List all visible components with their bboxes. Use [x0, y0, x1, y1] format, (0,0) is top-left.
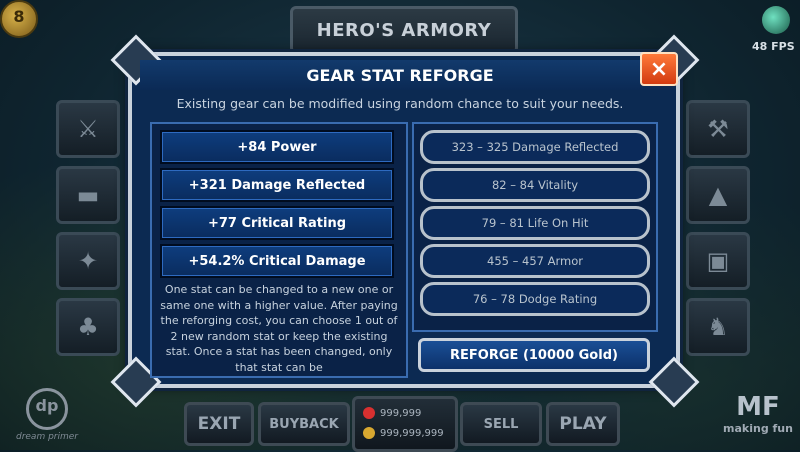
- gear-stat-reforge-dialog: GEAR STAT REFORGE × Existing gear can be…: [110, 34, 700, 408]
- gem-icon: [762, 6, 790, 34]
- book-slot-icon[interactable]: ▬: [56, 166, 120, 224]
- making-fun-mark: MF: [736, 392, 780, 422]
- currency-display: 999,999 999,999,999: [352, 396, 458, 452]
- exit-button[interactable]: EXIT: [184, 402, 254, 446]
- dialog-subtitle: Existing gear can be modified using rand…: [176, 96, 624, 111]
- buyback-button[interactable]: BUYBACK: [258, 402, 350, 446]
- close-icon: ×: [649, 56, 669, 82]
- dream-primer-logo: dp dream primer: [8, 388, 86, 442]
- dialog-header: GEAR STAT REFORGE: [140, 60, 660, 90]
- sell-button[interactable]: SELL: [460, 402, 542, 446]
- stat-button-critical-damage[interactable]: +54.2% Critical Damage: [160, 244, 394, 278]
- close-button[interactable]: ×: [640, 52, 678, 86]
- gold-coin-icon: [363, 427, 375, 439]
- making-fun-text: making fun: [723, 422, 793, 435]
- dialog-title: GEAR STAT REFORGE: [306, 65, 494, 85]
- weapon-slot-icon[interactable]: ⚔: [56, 100, 120, 158]
- gear-slot-icon[interactable]: ⚒: [686, 100, 750, 158]
- stat-button-critical-rating[interactable]: +77 Critical Rating: [160, 206, 394, 240]
- boots-slot-icon[interactable]: ♣: [56, 298, 120, 356]
- stat-range-life-on-hit: 79 – 81 Life On Hit: [420, 206, 650, 240]
- gold-amount: 999,999,999: [380, 427, 444, 439]
- gold-row: 999,999,999: [363, 427, 444, 439]
- ruby-icon: [363, 407, 375, 419]
- current-stats-panel[interactable]: +84 Power +321 Damage Reflected +77 Crit…: [150, 122, 408, 378]
- stat-range-vitality: 82 – 84 Vitality: [420, 168, 650, 202]
- chest-slot-icon[interactable]: ▣: [686, 232, 750, 290]
- stat-range-dodge-rating: 76 – 78 Dodge Rating: [420, 282, 650, 316]
- stat-button-damage-reflected[interactable]: +321 Damage Reflected: [160, 168, 394, 202]
- anvil-slot-icon[interactable]: ▲: [686, 166, 750, 224]
- dream-primer-mark: dp: [26, 388, 68, 430]
- reforge-button[interactable]: REFORGE (10000 Gold): [418, 338, 650, 372]
- armory-title: HERO'S ARMORY: [290, 6, 518, 54]
- fps-counter: 48 FPS: [752, 40, 795, 53]
- coin-badge-value: 8: [13, 7, 25, 26]
- stat-ranges-panel[interactable]: 323 – 325 Damage Reflected 82 – 84 Vital…: [412, 122, 658, 332]
- stat-button-power[interactable]: +84 Power: [160, 130, 394, 164]
- amulet-slot-icon[interactable]: ✦: [56, 232, 120, 290]
- making-fun-logo: MF making fun: [720, 392, 796, 435]
- coin-badge-icon[interactable]: 8: [0, 0, 38, 38]
- reforge-description: One stat can be changed to a new one or …: [160, 283, 398, 374]
- helmet-slot-icon[interactable]: ♞: [686, 298, 750, 356]
- stat-range-damage-reflected: 323 – 325 Damage Reflected: [420, 130, 650, 164]
- stat-range-armor: 455 – 457 Armor: [420, 244, 650, 278]
- gems-amount: 999,999: [380, 407, 422, 419]
- dream-primer-text: dream primer: [15, 432, 78, 442]
- play-button[interactable]: PLAY: [546, 402, 620, 446]
- gems-row: 999,999: [363, 407, 421, 419]
